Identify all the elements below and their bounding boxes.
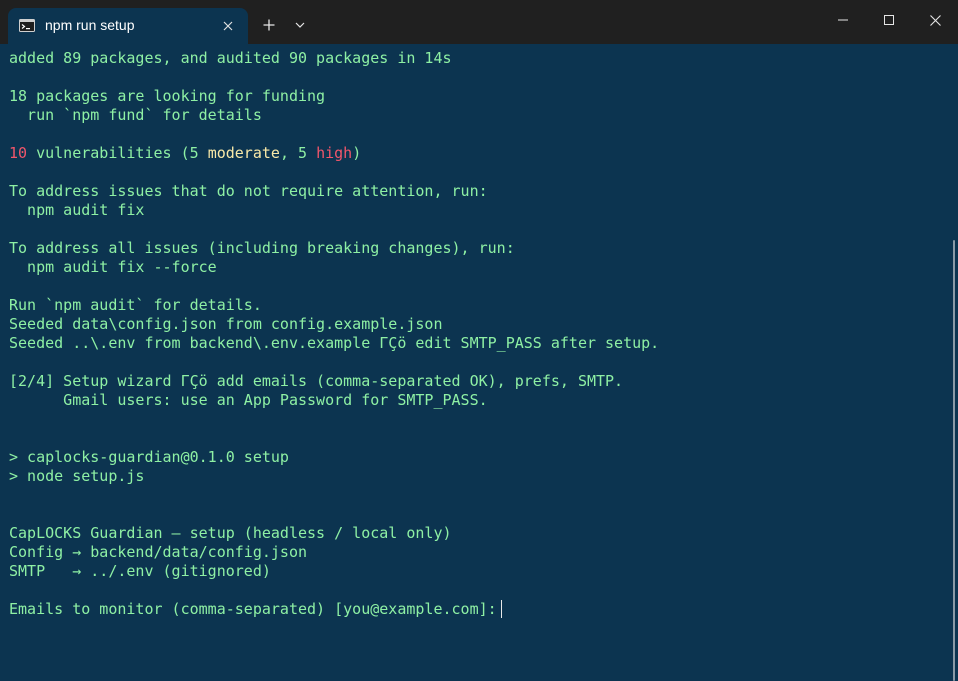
output-line: [2/4] Setup wizard ΓÇö add emails (comma… [9,372,624,390]
text-cursor [500,600,502,618]
close-icon [223,21,233,31]
title-bar: npm run setup [0,0,958,44]
scrollbar[interactable] [950,44,958,681]
output-line: npm audit fix --force [9,258,217,276]
chevron-down-icon [295,22,305,28]
prompt-line[interactable]: Emails to monitor (comma-separated) [you… [9,600,950,619]
plus-icon [263,19,275,31]
output-line: SMTP → ../.env (gitignored) [9,562,271,580]
vulnerabilities-line: 10 vulnerabilities (5 moderate, 5 high) [9,144,950,163]
tab-dropdown-button[interactable] [290,13,310,37]
output-line: To address issues that do not require at… [9,182,488,200]
output-line: added 89 packages, and audited 90 packag… [9,49,452,67]
output-line: Config → backend/data/config.json [9,543,308,561]
terminal-output[interactable]: added 89 packages, and audited 90 packag… [0,44,950,681]
vulnerability-text: ) [352,144,362,162]
severity-moderate: moderate [207,144,280,162]
output-line: npm audit fix [9,201,145,219]
vulnerability-text: vulnerabilities (5 [27,144,208,162]
output-line: run `npm fund` for details [9,106,262,124]
output-line: Seeded data\config.json from config.exam… [9,315,443,333]
terminal-window: npm run setup added 89 packages, and aud… [0,0,958,681]
tab-close-button[interactable] [218,16,238,36]
maximize-icon [884,15,894,25]
scrollbar-thumb[interactable] [953,240,955,681]
tab-title: npm run setup [45,17,135,33]
severity-high: high [316,144,353,162]
output-line: CapLOCKS Guardian — setup (headless / lo… [9,524,452,542]
minimize-button[interactable] [820,0,866,40]
email-prompt: Emails to monitor (comma-separated) [you… [9,600,497,618]
output-line: > node setup.js [9,467,145,485]
output-line: Gmail users: use an App Password for SMT… [9,391,488,409]
close-window-button[interactable] [912,0,958,40]
terminal-icon [19,19,35,32]
maximize-button[interactable] [866,0,912,40]
output-line: To address all issues (including breakin… [9,239,515,257]
output-line: > caplocks-guardian@0.1.0 setup [9,448,289,466]
output-line: Run `npm audit` for details. [9,296,262,314]
output-line: Seeded ..\.env from backend\.env.example… [9,334,660,352]
vulnerability-text: , 5 [279,144,317,162]
vulnerability-count: 10 [9,144,28,162]
new-tab-button[interactable] [256,13,282,37]
minimize-icon [838,19,848,21]
close-icon [929,14,941,26]
tab-npm-run-setup[interactable]: npm run setup [8,8,248,44]
output-line: 18 packages are looking for funding [9,87,326,105]
